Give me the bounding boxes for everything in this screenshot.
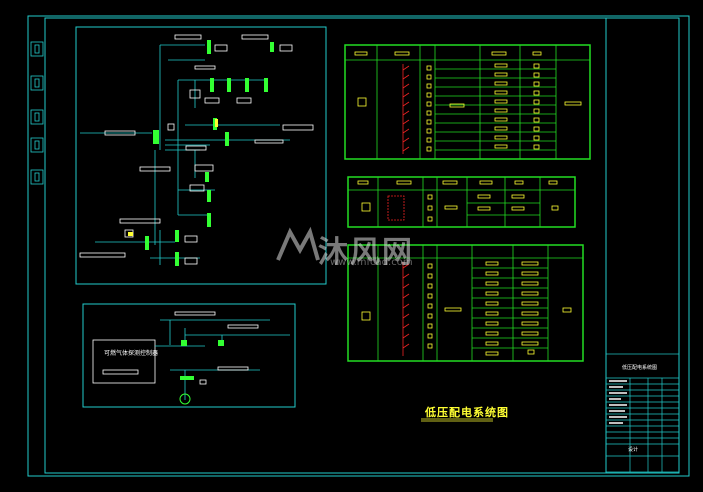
distribution-table-1: [344, 44, 591, 160]
drawing-title: 低压配电系统图: [425, 406, 509, 419]
watermark-logo-icon: [276, 226, 320, 261]
device-label: 可燃气体探测控制器: [104, 350, 159, 357]
watermark-url: www.mfcad.com: [330, 257, 413, 268]
distribution-table-2: [347, 176, 576, 228]
title-block-drawer: 设计: [628, 447, 639, 453]
left-margin-blocks: [30, 41, 44, 185]
title-block-name: 低压配电系统图: [622, 365, 658, 371]
title-block: [605, 353, 680, 473]
system-diagram-panel: [75, 26, 327, 285]
